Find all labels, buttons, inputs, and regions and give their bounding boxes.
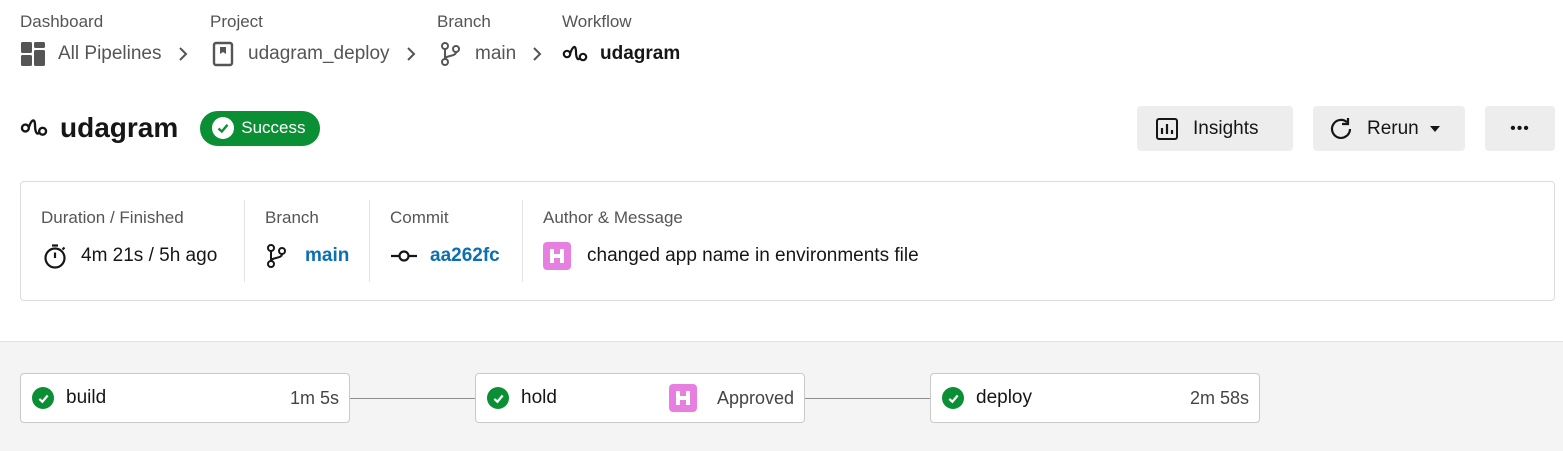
rerun-button[interactable]: Rerun xyxy=(1313,106,1465,151)
duration-row: 4m 21s / 5h ago xyxy=(41,236,224,276)
author-avatar[interactable] xyxy=(543,242,571,270)
author-message-row: changed app name in environments file xyxy=(543,236,1534,276)
job-deploy[interactable]: deploy 2m 58s xyxy=(930,373,1260,423)
workflow-icon xyxy=(562,41,588,67)
insights-button[interactable]: Insights xyxy=(1137,106,1293,151)
chevron-right-icon xyxy=(402,46,420,62)
success-check-icon xyxy=(942,387,964,409)
breadcrumb-dashboard-label: Dashboard xyxy=(20,12,104,31)
branch-icon xyxy=(265,242,287,270)
page-header: udagram Success xyxy=(20,108,320,148)
job-name: build xyxy=(66,387,107,408)
more-options-icon: ••• xyxy=(1510,119,1530,137)
breadcrumb-project-link[interactable]: udagram_deploy xyxy=(210,34,437,74)
commit-cell: Commit aa262fc xyxy=(370,200,523,282)
breadcrumb-branch-value: main xyxy=(475,43,517,64)
breadcrumb-dashboard: Dashboard All Pipelines xyxy=(20,10,210,74)
branch-row: main xyxy=(265,236,349,276)
job-duration: 2m 58s xyxy=(1189,387,1249,408)
breadcrumb-workflow-label: Workflow xyxy=(562,12,632,31)
more-options-button[interactable]: ••• xyxy=(1485,106,1555,151)
insights-label: Insights xyxy=(1193,117,1259,139)
job-connector xyxy=(350,398,475,399)
breadcrumb-branch-label: Branch xyxy=(437,12,491,31)
duration-value: 4m 21s / 5h ago xyxy=(81,245,218,266)
commit-label: Commit xyxy=(390,208,449,227)
breadcrumb-project: Project udagram_deploy xyxy=(210,10,437,74)
breadcrumb: Dashboard All Pipelines Project udagram_… xyxy=(20,10,680,74)
success-check-icon xyxy=(32,387,54,409)
breadcrumb-project-label: Project xyxy=(210,12,263,31)
breadcrumb-dashboard-value: All Pipelines xyxy=(58,43,162,64)
commit-icon xyxy=(390,242,418,270)
bar-chart-icon xyxy=(1153,115,1181,143)
breadcrumb-workflow-current: udagram xyxy=(562,34,680,74)
branch-icon xyxy=(437,41,463,67)
rerun-label: Rerun xyxy=(1367,117,1419,139)
job-duration: 1m 5s xyxy=(289,387,339,408)
breadcrumb-branch-link[interactable]: main xyxy=(437,34,562,74)
breadcrumb-workflow: Workflow udagram xyxy=(562,10,680,74)
workflow-graph: build 1m 5s hold Approved deploy 2m 58s xyxy=(0,341,1563,451)
breadcrumb-workflow-value: udagram xyxy=(600,43,681,64)
breadcrumb-dashboard-link[interactable]: All Pipelines xyxy=(20,34,210,74)
bookmark-icon xyxy=(210,41,236,67)
chevron-right-icon xyxy=(174,46,192,62)
commit-message: changed app name in environments file xyxy=(587,245,919,266)
dashboard-icon xyxy=(20,41,46,67)
pipeline-details-card: Duration / Finished 4m 21s / 5h ago Bran… xyxy=(20,181,1555,301)
branch-label: Branch xyxy=(265,208,319,227)
commit-link[interactable]: aa262fc xyxy=(430,245,500,267)
check-icon xyxy=(212,117,235,139)
job-name: deploy xyxy=(976,387,1032,408)
job-build[interactable]: build 1m 5s xyxy=(20,373,350,423)
refresh-icon xyxy=(1327,115,1355,143)
approver-avatar xyxy=(668,384,697,412)
status-badge: Success xyxy=(200,110,320,146)
page-title: udagram xyxy=(60,112,179,143)
author-message-cell: Author & Message changed app name in env… xyxy=(523,200,1554,282)
branch-cell: Branch main xyxy=(245,200,370,282)
chevron-right-icon xyxy=(528,46,546,62)
job-connector xyxy=(805,398,930,399)
branch-link[interactable]: main xyxy=(305,245,349,267)
status-badge-label: Success xyxy=(241,118,306,137)
duration-cell: Duration / Finished 4m 21s / 5h ago xyxy=(21,200,245,282)
breadcrumb-project-value: udagram_deploy xyxy=(248,43,390,64)
workflow-icon xyxy=(20,114,48,142)
caret-down-icon xyxy=(1429,125,1441,133)
job-approval-status: Approved xyxy=(716,387,794,408)
job-name: hold xyxy=(521,387,557,408)
author-message-label: Author & Message xyxy=(543,208,683,227)
commit-row: aa262fc xyxy=(390,236,502,276)
breadcrumb-branch: Branch main xyxy=(437,10,562,74)
timer-icon xyxy=(41,242,69,270)
success-check-icon xyxy=(487,387,509,409)
job-hold[interactable]: hold Approved xyxy=(475,373,805,423)
header-actions: Insights Rerun ••• xyxy=(1117,106,1555,151)
duration-label: Duration / Finished xyxy=(41,208,184,227)
